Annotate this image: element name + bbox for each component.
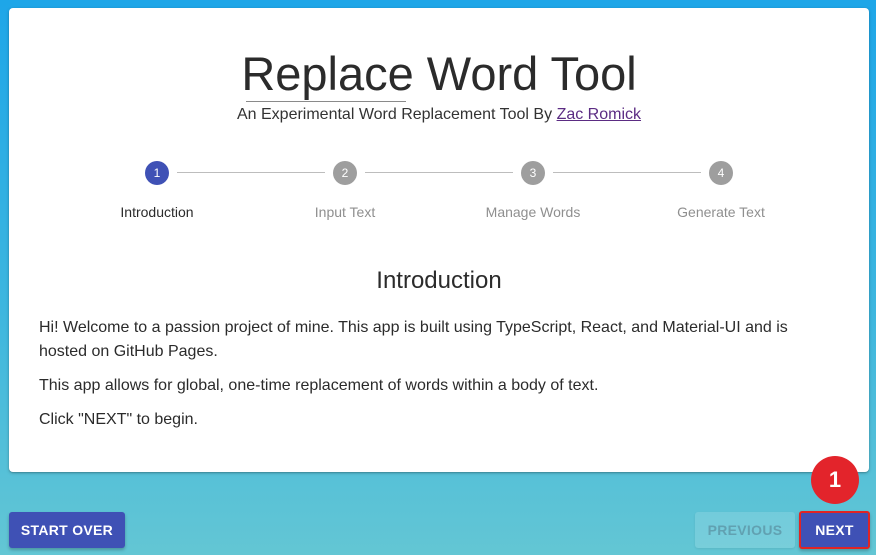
step-generate-text[interactable]: 4 Generate Text (627, 161, 815, 220)
step-manage-words[interactable]: 3 Manage Words (439, 161, 627, 220)
intro-paragraph: Click "NEXT" to begin. (39, 411, 198, 428)
title-divider (246, 101, 406, 102)
step-label: Generate Text (677, 204, 765, 220)
author-link[interactable]: Zac Romick (557, 106, 641, 123)
step-input-text[interactable]: 2 Input Text (251, 161, 439, 220)
step-introduction[interactable]: 1 Introduction (63, 161, 251, 220)
step-number-badge: 1 (145, 161, 169, 185)
stepper: 1 Introduction 2 Input Text 3 Manage Wor… (9, 161, 869, 231)
step-number-badge: 2 (333, 161, 357, 185)
intro-paragraph: This app allows for global, one-time rep… (39, 377, 599, 394)
step-number-badge: 4 (709, 161, 733, 185)
main-card: Replace Word Tool An Experimental Word R… (9, 8, 869, 472)
step-label: Introduction (120, 204, 194, 220)
next-button[interactable]: NEXT (799, 511, 870, 549)
section-heading: Introduction (376, 267, 502, 294)
start-over-button[interactable]: START OVER (9, 512, 125, 548)
intro-paragraph: Hi! Welcome to a passion project of mine… (39, 319, 788, 360)
annotation-marker: 1 (811, 456, 859, 504)
step-label: Input Text (314, 204, 376, 220)
page-subtitle: An Experimental Word Replacement Tool By… (9, 105, 869, 125)
intro-content: Hi! Welcome to a passion project of mine… (39, 316, 839, 442)
step-number-badge: 3 (521, 161, 545, 185)
step-label: Manage Words (485, 204, 581, 220)
page-title: Replace Word Tool (241, 47, 637, 100)
subtitle-text: An Experimental Word Replacement Tool By (236, 106, 553, 123)
previous-button[interactable]: PREVIOUS (695, 512, 795, 548)
